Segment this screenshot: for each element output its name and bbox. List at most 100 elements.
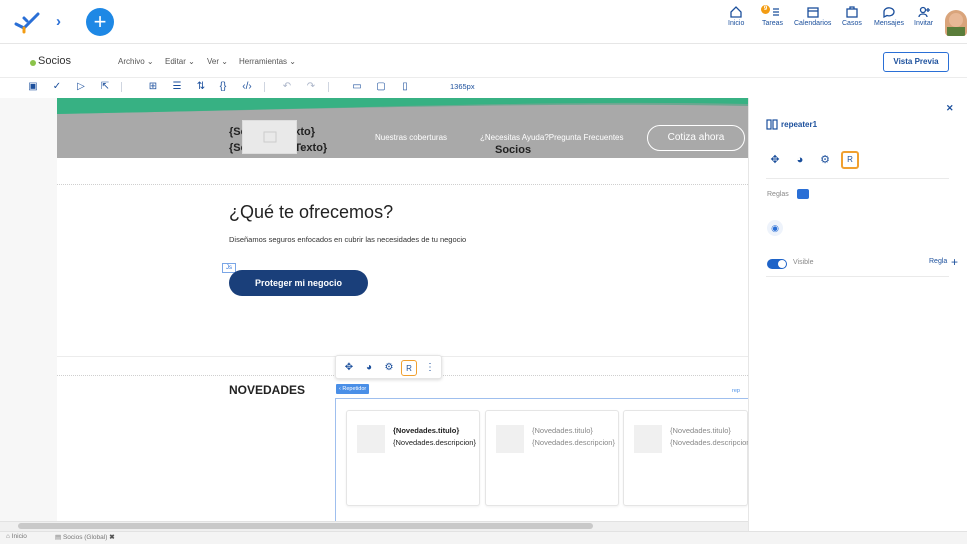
tab-socios-global[interactable]: ▤ Socios (Global) ✖: [55, 533, 115, 541]
component-floating-toolbar: ✥ ◕ ⚙ R ⋮: [335, 355, 442, 379]
nav-casos-label: Casos: [842, 20, 862, 27]
eye-icon[interactable]: ◉: [767, 220, 783, 236]
chevron-down-icon: ⌄: [146, 57, 154, 66]
repeater-tag[interactable]: ‹ Repetidor: [336, 384, 370, 394]
repeater-icon: [766, 119, 778, 130]
hero-header[interactable]: {SoPrimerTexto} {SoSegundoTexto} Nuestra…: [57, 98, 748, 158]
nav-inicio[interactable]: Inicio: [728, 5, 744, 27]
nav-tareas[interactable]: Tareas: [762, 5, 783, 27]
repeater-right-label: rep: [732, 388, 740, 394]
news-card[interactable]: {Novedades.titulo} {Novedades.descripcio…: [346, 410, 480, 506]
nav-mensajes[interactable]: Mensajes: [874, 5, 904, 27]
palette-icon[interactable]: ◕: [361, 360, 377, 376]
menu-ver[interactable]: Ver ⌄: [207, 57, 228, 66]
close-tab-icon[interactable]: ✖: [109, 534, 114, 541]
tab-inicio[interactable]: ⌂ Inicio: [6, 533, 27, 540]
home-icon: [730, 6, 742, 18]
tasks-icon: [772, 8, 779, 16]
add-button[interactable]: +: [86, 8, 114, 36]
repeater-rules-icon[interactable]: R: [841, 151, 859, 169]
rules-toggle-button[interactable]: [797, 189, 809, 199]
palette-icon[interactable]: ◕: [791, 151, 809, 169]
export-icon[interactable]: ⇱: [98, 80, 112, 94]
viewport-width-label: 1365px: [450, 82, 475, 91]
sort-icon[interactable]: ⇅: [194, 80, 208, 94]
components-icon[interactable]: ⊞: [146, 80, 160, 94]
code-icon[interactable]: ‹/›: [240, 80, 254, 94]
app-logo-icon[interactable]: [14, 10, 40, 34]
chevron-down-icon: ⌄: [188, 57, 195, 66]
save-icon[interactable]: ▣: [26, 80, 40, 94]
mobile-view-icon[interactable]: ▯: [398, 80, 412, 94]
close-icon[interactable]: ✕: [946, 103, 954, 114]
nav-invitar[interactable]: Invitar: [914, 5, 933, 27]
link-coberturas[interactable]: Nuestras coberturas: [375, 133, 447, 142]
menu-herramientas[interactable]: Herramientas ⌄: [239, 57, 296, 66]
nav-casos[interactable]: Casos: [842, 5, 862, 27]
visible-toggle[interactable]: [767, 259, 787, 269]
link-ayuda[interactable]: ¿Necesitas Ayuda?Pregunta Frecuentes: [480, 133, 624, 142]
toolbar-divider: [121, 82, 122, 92]
nav-calendarios-label: Calendarios: [794, 20, 832, 27]
image-placeholder: [634, 425, 662, 453]
news-card[interactable]: {Novedades.titulo} {Novedades.descripcio…: [485, 410, 619, 506]
preview-button[interactable]: Vista Previa: [883, 52, 949, 72]
add-rule-label[interactable]: Regla: [929, 258, 947, 265]
undo-icon[interactable]: ↶: [280, 80, 294, 94]
news-card-description: {Novedades.descripcion}: [670, 438, 748, 447]
nav-invitar-label: Invitar: [914, 20, 934, 27]
news-card-title: {Novedades.titulo}: [393, 426, 460, 435]
settings-icon[interactable]: ⚙: [816, 151, 834, 169]
database-icon[interactable]: ☰: [170, 80, 184, 94]
news-card-description: {Novedades.descripcion}: [393, 438, 476, 447]
braces-icon[interactable]: {}: [216, 80, 230, 94]
hero-green-stripe: [57, 98, 748, 114]
repeater-rules-icon[interactable]: R: [401, 360, 417, 376]
menu-ver-label: Ver: [207, 57, 220, 66]
move-icon[interactable]: ✥: [341, 360, 357, 376]
desktop-view-icon[interactable]: ▭: [350, 80, 364, 94]
news-card-title: {Novedades.titulo}: [532, 426, 593, 435]
news-card[interactable]: {Novedades.titulo} {Novedades.descripcio…: [623, 410, 748, 506]
redo-icon[interactable]: ↷: [304, 80, 318, 94]
panel-divider: [766, 276, 949, 277]
calendar-icon: [807, 7, 819, 18]
nav-inicio-label: Inicio: [728, 20, 745, 27]
scrollbar-thumb[interactable]: [18, 523, 593, 529]
proteger-negocio-button[interactable]: Proteger mi negocio: [229, 270, 368, 296]
tab-socios-global-label: Socios (Global): [62, 534, 108, 541]
move-icon[interactable]: ✥: [766, 151, 784, 169]
nav-calendarios[interactable]: Calendarios: [794, 5, 831, 27]
toolbar-divider: [328, 82, 329, 92]
image-placeholder: [496, 425, 524, 453]
rules-label: Reglas: [767, 191, 789, 198]
news-card-title: {Novedades.titulo}: [670, 426, 731, 435]
chat-icon: [883, 7, 895, 19]
tablet-view-icon[interactable]: ▢: [374, 80, 388, 94]
bottom-tab-bar: [0, 531, 967, 544]
invite-user-icon: [917, 6, 930, 18]
chevron-right-icon[interactable]: ›: [56, 13, 61, 30]
document-title: Socios: [38, 55, 72, 67]
news-card-description: {Novedades.descripcion}: [532, 438, 615, 447]
menu-editar[interactable]: Editar ⌄: [165, 57, 195, 66]
image-placeholder: [357, 425, 385, 453]
section-divider: [57, 184, 748, 185]
offer-title: ¿Qué te ofrecemos?: [229, 202, 394, 222]
toolbar-divider: [264, 82, 265, 92]
chevron-down-icon: ⌄: [221, 57, 228, 66]
settings-icon[interactable]: ⚙: [381, 360, 397, 376]
more-options-icon[interactable]: ⋮: [422, 360, 438, 376]
cotiza-button[interactable]: Cotiza ahora: [647, 125, 745, 151]
check-icon[interactable]: ✓: [50, 80, 64, 94]
briefcase-icon: [846, 6, 858, 18]
user-avatar[interactable]: [945, 10, 967, 36]
plus-icon[interactable]: +: [951, 255, 958, 269]
menu-archivo-label: Archivo: [118, 57, 145, 66]
panel-divider: [766, 178, 949, 179]
menu-archivo[interactable]: Archivo ⌄: [118, 57, 154, 66]
play-icon[interactable]: ▷: [74, 80, 88, 94]
panel-component-name: repeater1: [781, 120, 818, 129]
offer-subtitle: Diseñamos seguros enfocados en cubrir la…: [229, 235, 467, 244]
status-dot: [30, 60, 36, 66]
